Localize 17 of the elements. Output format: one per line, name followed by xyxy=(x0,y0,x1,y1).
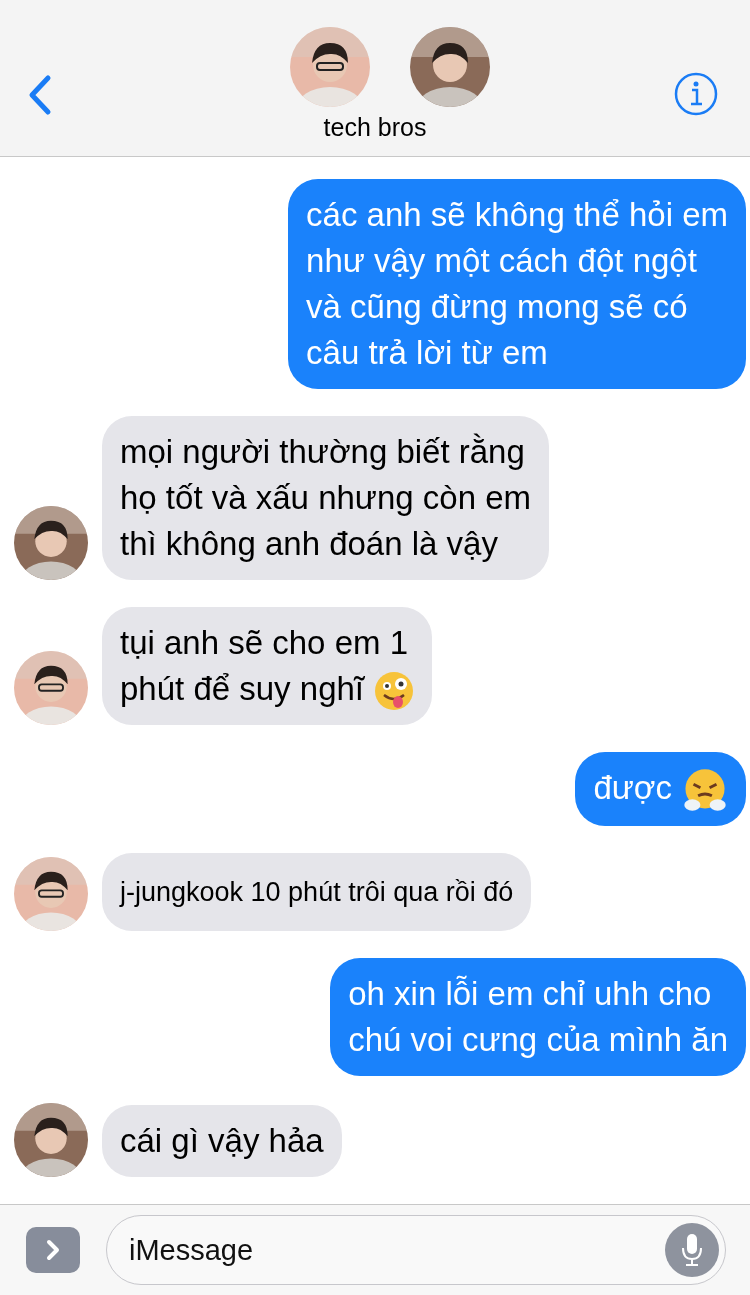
conversation-title: tech bros xyxy=(323,113,427,142)
message-bubble: cái gì vậy hảa xyxy=(102,1105,342,1178)
message-bubble: oh xin lỗi em chỉ uhh cho chú voi cưng của mình ăn xyxy=(330,958,746,1077)
winking-face-icon xyxy=(374,671,415,712)
expand-button[interactable] xyxy=(26,1227,80,1273)
microphone-icon xyxy=(680,1232,704,1268)
message-bubble: các anh sẽ không thể hỏi em như vậy một cách đột ngột và cũng đừng mong sẽ có câu trả lời từ em xyxy=(288,179,746,389)
message-bubble: được xyxy=(575,752,746,827)
microphone-button[interactable] xyxy=(665,1223,719,1277)
message-input[interactable]: iMessage xyxy=(106,1215,726,1285)
chevron-left-icon xyxy=(27,74,53,116)
huffing-face-icon xyxy=(682,767,728,814)
message-bubble: j-jungkook 10 phút trôi qua rồi đó xyxy=(102,853,532,932)
chevron-right-icon xyxy=(45,1238,61,1262)
message-bubble: tụi anh sẽ cho em 1 phút để suy nghĩ xyxy=(102,607,433,725)
info-button[interactable] xyxy=(674,72,718,116)
message-bubble: mọi người thường biết rằng họ tốt và xấu nhưng còn em thì không anh đoán là vậy xyxy=(102,416,550,580)
